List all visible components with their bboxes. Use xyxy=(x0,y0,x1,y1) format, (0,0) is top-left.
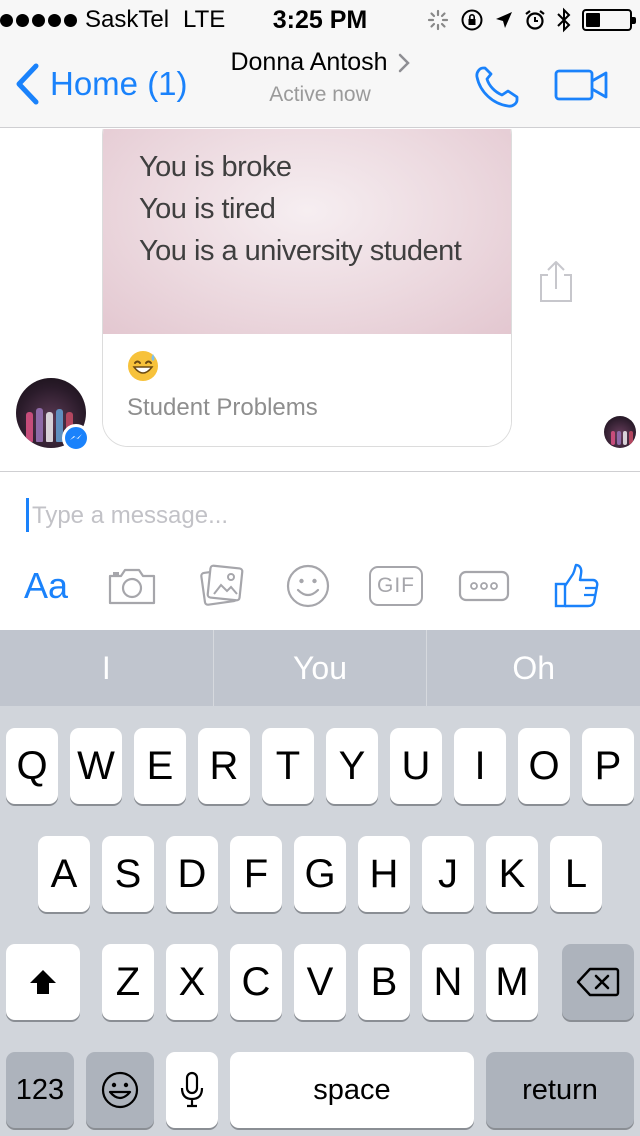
key-u[interactable]: U xyxy=(390,728,442,804)
key-m[interactable]: M xyxy=(486,944,538,1020)
key-z[interactable]: Z xyxy=(102,944,154,1020)
shift-key[interactable] xyxy=(6,944,80,1020)
bluetooth-icon xyxy=(556,7,572,33)
contact-name: Donna Antosh xyxy=(230,48,388,76)
sweat-smile-emoji-icon xyxy=(128,351,158,381)
key-q[interactable]: Q xyxy=(6,728,58,804)
numbers-key[interactable]: 123 xyxy=(6,1052,74,1128)
message-input[interactable] xyxy=(24,496,614,536)
key-j[interactable]: J xyxy=(422,836,474,912)
activity-spinner-icon xyxy=(426,8,450,32)
key-f[interactable]: F xyxy=(230,836,282,912)
dictation-key[interactable] xyxy=(166,1052,218,1128)
key-o[interactable]: O xyxy=(518,728,570,804)
shared-post-card[interactable]: You is broke You is tired You is a unive… xyxy=(102,129,512,447)
key-e[interactable]: E xyxy=(134,728,186,804)
post-text-line: You is broke xyxy=(139,151,292,183)
thumbs-up-icon xyxy=(554,563,599,608)
back-button[interactable]: Home (1) xyxy=(14,62,188,106)
message-thread[interactable]: You is broke You is tired You is a unive… xyxy=(0,129,640,471)
share-button[interactable] xyxy=(536,259,576,308)
key-v[interactable]: V xyxy=(294,944,346,1020)
conversation-header: Home (1) Donna Antosh Active now xyxy=(0,40,640,128)
back-label: Home (1) xyxy=(50,65,188,102)
contact-status: Active now xyxy=(269,83,371,106)
more-options-button[interactable] xyxy=(456,560,512,612)
key-a[interactable]: A xyxy=(38,836,90,912)
predictive-bar: I You Oh xyxy=(0,630,640,706)
shared-post-footer: Student Problems xyxy=(103,334,511,446)
key-c[interactable]: C xyxy=(230,944,282,1020)
delete-key[interactable] xyxy=(562,944,634,1020)
orientation-lock-icon xyxy=(460,8,484,32)
key-w[interactable]: W xyxy=(70,728,122,804)
key-t[interactable]: T xyxy=(262,728,314,804)
phone-icon xyxy=(475,66,519,108)
post-source-name: Student Problems xyxy=(127,394,318,421)
keyboard: I You Oh Q W E R T Y U I O P A S D F G H… xyxy=(0,630,640,1136)
key-k[interactable]: K xyxy=(486,836,538,912)
key-p[interactable]: P xyxy=(582,728,634,804)
battery-icon xyxy=(582,9,636,31)
status-bar: SaskTel LTE 3:25 PM xyxy=(0,0,640,40)
text-format-button[interactable]: Aa xyxy=(18,560,74,612)
video-call-button[interactable] xyxy=(554,68,610,107)
microphone-icon xyxy=(180,1071,204,1108)
gif-label: GIF xyxy=(369,566,423,606)
emoji-key[interactable] xyxy=(86,1052,154,1128)
chevron-left-icon xyxy=(16,63,39,105)
conversation-title[interactable]: Donna Antosh Active now xyxy=(200,48,440,107)
key-g[interactable]: G xyxy=(294,836,346,912)
backspace-icon xyxy=(576,967,620,997)
post-text-line: You is a university student xyxy=(139,235,462,267)
text-cursor xyxy=(26,498,29,532)
suggestion-item[interactable]: You xyxy=(212,630,427,706)
camera-icon xyxy=(108,568,156,605)
location-arrow-icon xyxy=(494,10,514,30)
key-s[interactable]: S xyxy=(102,836,154,912)
video-camera-icon xyxy=(554,69,608,101)
messenger-badge-icon xyxy=(62,424,90,452)
photo-gallery-button[interactable] xyxy=(196,560,248,612)
seen-receipt-avatar xyxy=(604,416,636,448)
alarm-icon xyxy=(524,9,546,31)
key-b[interactable]: B xyxy=(358,944,410,1020)
key-i[interactable]: I xyxy=(454,728,506,804)
key-n[interactable]: N xyxy=(422,944,474,1020)
shift-arrow-icon xyxy=(30,970,56,994)
composer-toolbar: Aa GIF xyxy=(0,560,640,612)
chevron-right-icon xyxy=(398,53,410,72)
like-button[interactable] xyxy=(550,560,604,612)
post-text-line: You is tired xyxy=(139,193,276,225)
call-button[interactable] xyxy=(472,64,522,115)
emoji-face-icon xyxy=(101,1071,139,1109)
key-y[interactable]: Y xyxy=(326,728,378,804)
shared-post-image: You is broke You is tired You is a unive… xyxy=(103,129,511,334)
smiley-icon xyxy=(286,564,330,608)
key-x[interactable]: X xyxy=(166,944,218,1020)
key-r[interactable]: R xyxy=(198,728,250,804)
sticker-button[interactable] xyxy=(282,560,334,612)
key-h[interactable]: H xyxy=(358,836,410,912)
message-composer: Aa GIF xyxy=(0,471,640,630)
status-right xyxy=(426,6,636,34)
gallery-icon xyxy=(200,564,244,606)
space-key[interactable]: space xyxy=(230,1052,474,1128)
more-icon xyxy=(458,570,510,602)
suggestion-item[interactable]: Oh xyxy=(426,630,640,706)
key-d[interactable]: D xyxy=(166,836,218,912)
return-key[interactable]: return xyxy=(486,1052,634,1128)
camera-button[interactable] xyxy=(104,560,160,612)
gif-button[interactable]: GIF xyxy=(366,560,426,612)
key-l[interactable]: L xyxy=(550,836,602,912)
share-icon xyxy=(540,261,572,302)
suggestion-item[interactable]: I xyxy=(0,630,213,706)
